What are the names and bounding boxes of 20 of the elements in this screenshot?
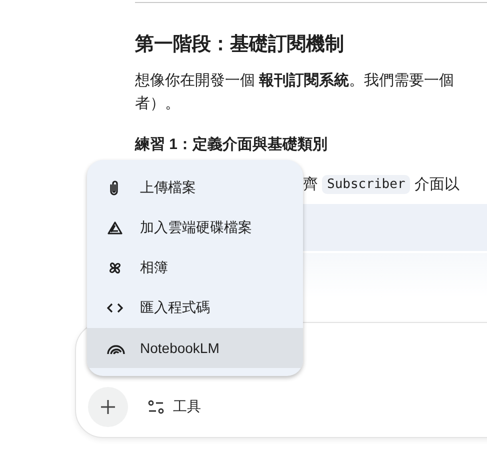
pinwheel-icon: [107, 260, 123, 276]
inline-code: Subscriber: [322, 174, 410, 194]
menu-item[interactable]: 加入雲端硬碟檔案: [87, 208, 303, 248]
code-icon: [107, 303, 123, 313]
body-text: 齊: [303, 174, 318, 194]
menu-item[interactable]: 相簿: [87, 248, 303, 288]
body-text: 介面以: [414, 174, 460, 194]
body-paragraph: 想像你在開發一個 報刊訂閱系統。我們需要一個: [135, 71, 456, 91]
section-heading: 第一階段：基礎訂閱機制: [135, 33, 345, 57]
menu-item[interactable]: 上傳檔案: [87, 168, 303, 208]
paperclip-icon: [107, 180, 121, 196]
drive-icon: [107, 220, 123, 236]
add-button[interactable]: [88, 387, 128, 427]
sliders-icon: [148, 400, 164, 414]
tools-label[interactable]: 工具: [173, 398, 201, 416]
exercise-heading: 練習 1：定義介面與基礎類別: [135, 135, 329, 155]
menu-item[interactable]: 匯入程式碼: [87, 288, 303, 328]
plus-icon: [101, 400, 115, 414]
menu-item[interactable]: NotebookLM: [87, 328, 303, 368]
body-paragraph: 者）。: [135, 94, 181, 114]
